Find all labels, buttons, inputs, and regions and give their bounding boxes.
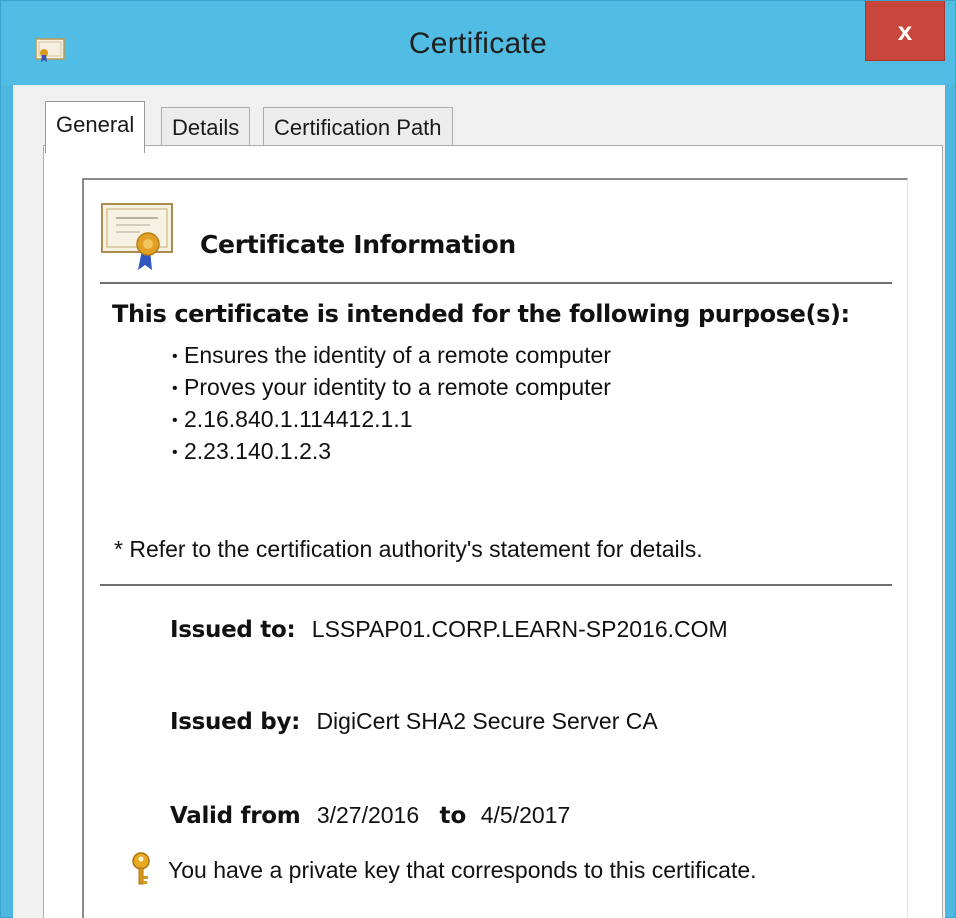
valid-from-label: Valid from [170, 803, 301, 829]
list-item: • Proves your identity to a remote comput… [172, 374, 611, 400]
key-icon [132, 852, 150, 885]
validity-row: Valid from 3/27/2016 to 4/5/2017 [170, 802, 570, 829]
close-button[interactable]: x [865, 1, 945, 61]
issued-by-value[interactable]: DigiCert SHA2 Secure Server CA [316, 708, 657, 734]
private-key-note: You have a private key that corresponds … [168, 857, 757, 883]
purpose-list: • Ensures the identity of a remote comput… [172, 340, 611, 468]
list-item: • 2.23.140.1.2.3 [172, 438, 332, 464]
tab-general[interactable]: General [45, 101, 146, 153]
separator-top [100, 282, 892, 284]
issued-to-row: Issued to: LSSPAP01.CORP.LEARN-SP2016.CO… [170, 616, 728, 643]
purpose-heading: This certificate is intended for the fol… [112, 300, 850, 328]
private-key-row: You have a private key that corresponds … [128, 852, 757, 886]
tab-certification-path[interactable]: Certification Path [263, 107, 453, 149]
certificate-info-box: Certificate Information This certificate… [82, 178, 908, 918]
close-icon: x [897, 16, 913, 46]
certificate-information-heading: Certificate Information [200, 230, 516, 259]
tab-details[interactable]: Details [161, 107, 251, 149]
window-title: Certificate [408, 27, 548, 60]
issued-to-label: Issued to: [170, 617, 296, 643]
separator-middle [100, 584, 892, 586]
issued-to-value[interactable]: LSSPAP01.CORP.LEARN-SP2016.COM [312, 616, 728, 642]
general-tab-panel: Certificate Information This certificate… [43, 145, 943, 918]
issued-by-row: Issued by: DigiCert SHA2 Secure Server C… [170, 708, 658, 735]
dialog-client-area: General Details Certification Path Certi… [13, 85, 945, 918]
certificate-window: Certificate x General Details Certificat… [0, 0, 956, 918]
valid-to-value[interactable]: 4/5/2017 [481, 802, 571, 828]
list-item: • 2.16.840.1.114412.1.1 [172, 406, 413, 432]
valid-from-value[interactable]: 3/27/2016 [317, 802, 419, 828]
authority-statement-note: * Refer to the certification authority's… [114, 536, 703, 562]
title-bar[interactable]: Certificate x [1, 1, 955, 85]
valid-to-label: to [439, 803, 467, 829]
certificate-ribbon-icon [101, 203, 173, 270]
list-item: • Ensures the identity of a remote comput… [172, 342, 611, 368]
issued-by-label: Issued by: [170, 709, 301, 735]
